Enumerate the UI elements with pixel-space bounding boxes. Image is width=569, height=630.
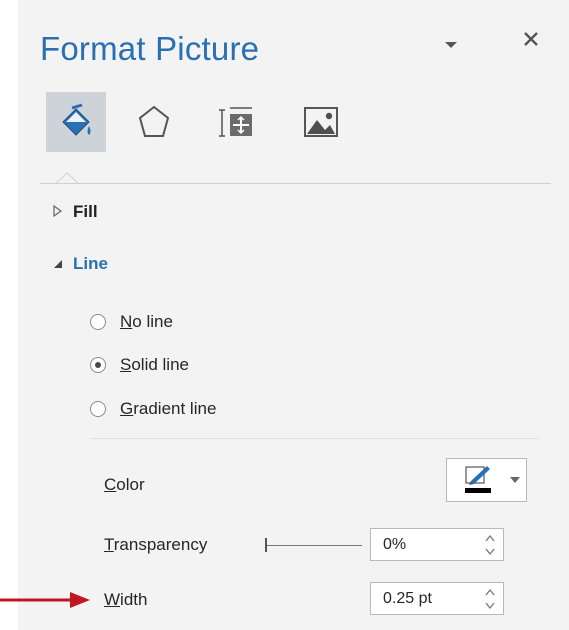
pen-color-icon bbox=[465, 466, 491, 493]
section-line-label: Line bbox=[73, 254, 108, 273]
fill-line-icon bbox=[62, 103, 91, 136]
width-label: Width bbox=[104, 590, 148, 609]
no-line-label: No line bbox=[120, 312, 173, 331]
format-picture-pane: Format Picture Fill Line No line Solid l… bbox=[18, 0, 569, 630]
close-button[interactable] bbox=[522, 30, 540, 53]
transparency-label: Transparency bbox=[104, 535, 208, 554]
section-fill-header[interactable]: Fill bbox=[53, 202, 98, 222]
solid-line-radio[interactable] bbox=[90, 357, 106, 373]
collapse-down-icon bbox=[53, 254, 73, 274]
color-label: Color bbox=[104, 475, 145, 494]
transparency-value: 0% bbox=[383, 536, 407, 553]
solid-line-label: Solid line bbox=[120, 355, 189, 374]
tab-fill-line[interactable] bbox=[46, 92, 106, 152]
size-properties-icon bbox=[219, 107, 252, 137]
tab-picture[interactable] bbox=[291, 92, 351, 152]
gradient-line-label: Gradient line bbox=[120, 399, 217, 418]
spinner-arrows-icon[interactable] bbox=[485, 587, 495, 611]
section-fill-label: Fill bbox=[73, 202, 98, 221]
width-input[interactable]: 0.25 pt bbox=[370, 582, 504, 615]
transparency-input[interactable]: 0% bbox=[370, 528, 504, 561]
chevron-down-icon bbox=[445, 42, 457, 48]
annotation-arrow-icon bbox=[0, 592, 90, 608]
line-color-picker[interactable] bbox=[446, 458, 527, 502]
spinner-arrows-icon[interactable] bbox=[485, 533, 495, 557]
pane-title: Format Picture bbox=[40, 30, 260, 67]
expand-right-icon bbox=[53, 202, 73, 222]
section-line-header[interactable]: Line bbox=[53, 254, 108, 274]
picture-icon bbox=[304, 107, 338, 137]
pane-options-dropdown[interactable] bbox=[444, 36, 458, 54]
effects-icon bbox=[138, 105, 170, 137]
tabs-divider bbox=[40, 183, 551, 184]
category-tabs bbox=[46, 92, 366, 152]
transparency-slider-thumb[interactable] bbox=[265, 538, 267, 552]
transparency-slider-track[interactable] bbox=[266, 545, 362, 546]
tab-size-properties[interactable] bbox=[206, 92, 266, 152]
close-icon bbox=[524, 32, 538, 46]
chevron-down-icon bbox=[510, 477, 520, 483]
gradient-line-option[interactable]: Gradient line bbox=[90, 399, 216, 419]
solid-line-option[interactable]: Solid line bbox=[90, 355, 189, 375]
width-value: 0.25 pt bbox=[383, 590, 432, 607]
options-divider bbox=[90, 438, 539, 439]
no-line-option[interactable]: No line bbox=[90, 312, 173, 332]
gradient-line-radio[interactable] bbox=[90, 401, 106, 417]
no-line-radio[interactable] bbox=[90, 314, 106, 330]
tab-effects[interactable] bbox=[124, 92, 184, 152]
